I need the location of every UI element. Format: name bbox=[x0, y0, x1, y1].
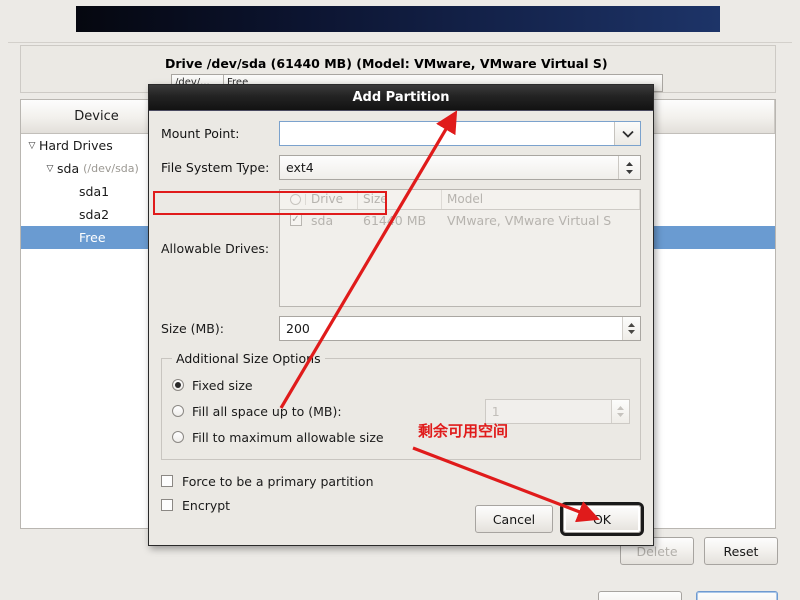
drive-checkbox[interactable]: ✓ bbox=[280, 214, 306, 226]
file-system-type-row: File System Type: ext4 bbox=[161, 155, 641, 180]
radio-selected-icon bbox=[172, 379, 184, 391]
radio-fixed-size[interactable]: Fixed size bbox=[172, 372, 630, 398]
allowable-drives-row-item[interactable]: ✓ sda 61440 MB VMware, VMware Virtual S bbox=[280, 210, 640, 230]
additional-size-options-group: Additional Size Options Fixed size Fill … bbox=[153, 191, 641, 460]
circle-icon bbox=[289, 194, 301, 205]
radio-fill-all-space-label: Fill all space up to (MB): bbox=[192, 403, 342, 419]
column-header-drive: Drive bbox=[306, 190, 358, 209]
ok-button[interactable]: OK bbox=[563, 505, 641, 533]
drive-title: Drive /dev/sda (61440 MB) (Model: VMware… bbox=[165, 56, 608, 71]
additional-size-options-legend: Additional Size Options bbox=[176, 351, 321, 366]
column-header-model: Model bbox=[442, 190, 640, 209]
expander-icon[interactable]: ▽ bbox=[43, 164, 57, 174]
mount-point-row: Mount Point: bbox=[161, 121, 641, 146]
next-button[interactable]: Next bbox=[695, 591, 778, 600]
mount-point-input[interactable] bbox=[280, 122, 614, 145]
drive-size: 61440 MB bbox=[363, 212, 427, 228]
file-system-type-select[interactable]: ext4 bbox=[279, 155, 641, 180]
wizard-navigation: Back Next bbox=[598, 591, 778, 600]
file-system-type-label: File System Type: bbox=[161, 160, 270, 175]
expander-icon[interactable]: ▽ bbox=[25, 141, 39, 151]
reset-button[interactable]: Reset bbox=[704, 537, 778, 565]
row-label: sda1 bbox=[79, 184, 110, 199]
radio-fill-to-maximum-label: Fill to maximum allowable size bbox=[192, 429, 384, 445]
dialog-title: Add Partition bbox=[149, 85, 653, 111]
cancel-button[interactable]: Cancel bbox=[475, 505, 553, 533]
row-sublabel: (/dev/sda) bbox=[83, 162, 139, 175]
spinner-arrows-icon[interactable] bbox=[622, 317, 640, 340]
size-label: Size (MB): bbox=[161, 321, 224, 336]
mount-point-combobox[interactable] bbox=[279, 121, 641, 146]
column-header-check bbox=[280, 194, 306, 205]
size-spinbox[interactable]: 200 bbox=[279, 316, 641, 341]
dialog-buttons: Cancel OK bbox=[475, 505, 641, 533]
radio-fixed-size-label: Fixed size bbox=[192, 377, 253, 393]
drive-model: VMware, VMware Virtual S bbox=[447, 212, 612, 228]
back-button[interactable]: Back bbox=[598, 591, 682, 600]
checkbox-checked-icon: ✓ bbox=[289, 214, 302, 226]
row-label: Hard Drives bbox=[39, 138, 113, 153]
installer-banner-area bbox=[0, 0, 800, 40]
radio-unselected-icon bbox=[172, 431, 184, 443]
column-header-size: Size bbox=[358, 190, 442, 209]
force-primary-checkbox-row[interactable]: Force to be a primary partition bbox=[161, 469, 641, 493]
size-input[interactable]: 200 bbox=[280, 317, 622, 340]
add-partition-dialog: Add Partition Mount Point: File System T… bbox=[148, 84, 654, 546]
row-label: Free bbox=[79, 230, 106, 245]
radio-unselected-icon bbox=[172, 405, 184, 417]
radio-fill-to-maximum[interactable]: Fill to maximum allowable size bbox=[172, 424, 630, 450]
encrypt-label: Encrypt bbox=[182, 497, 231, 513]
allowable-drives-table[interactable]: Drive Size Model ✓ sda 61440 MB VMware, … bbox=[279, 189, 641, 307]
fill-all-space-value: 1 bbox=[491, 403, 500, 419]
size-row: Size (MB): 200 bbox=[161, 316, 641, 341]
row-label: sda2 bbox=[79, 207, 110, 222]
row-label: sda bbox=[57, 161, 80, 176]
radio-fill-all-space[interactable]: Fill all space up to (MB): 1 bbox=[172, 398, 631, 424]
fill-all-space-spinbox: 1 bbox=[484, 398, 631, 424]
allowable-drives-row: Allowable Drives: Drive Size Model ✓ sda… bbox=[161, 189, 641, 307]
dialog-body: Mount Point: File System Type: ext4 Allo… bbox=[149, 111, 653, 517]
mount-point-label: Mount Point: bbox=[161, 126, 240, 141]
checkbox-icon[interactable] bbox=[161, 475, 173, 487]
updown-icon[interactable] bbox=[618, 156, 640, 179]
allowable-drives-header: Drive Size Model bbox=[280, 190, 640, 210]
drive-name: sda bbox=[311, 212, 334, 228]
checkbox-icon[interactable] bbox=[161, 499, 173, 511]
spinner-arrows-icon bbox=[611, 399, 630, 423]
screen: Drive /dev/sda (61440 MB) (Model: VMware… bbox=[0, 0, 800, 600]
installer-banner bbox=[76, 6, 720, 32]
force-primary-label: Force to be a primary partition bbox=[182, 473, 374, 489]
chevron-down-icon[interactable] bbox=[614, 122, 640, 145]
allowable-drives-label: Allowable Drives: bbox=[161, 240, 270, 256]
file-system-type-value: ext4 bbox=[286, 160, 314, 175]
